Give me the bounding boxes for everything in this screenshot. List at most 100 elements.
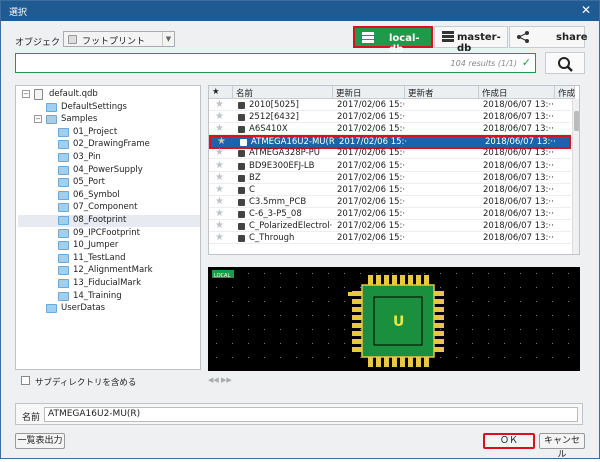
favorite-star-icon[interactable]: ★ [215, 184, 224, 195]
grid-dot [248, 357, 249, 358]
pad [368, 275, 373, 285]
table-row[interactable]: ★ C 2017/02/06 15:··· 2018/06/07 13:··· [209, 184, 571, 196]
tree-item[interactable]: − Samples [18, 114, 200, 126]
tree-item-label: 01_Project [73, 126, 118, 137]
cell-updated: 2017/02/06 15:··· [337, 208, 405, 219]
expand-toggle-icon[interactable]: − [34, 115, 42, 124]
grid-dot [232, 329, 233, 330]
master-db-button[interactable]: master-db [434, 26, 508, 54]
folder-icon [58, 165, 69, 175]
local-db-button[interactable]: local-db [353, 26, 433, 55]
tree-item[interactable]: 13_FiducialMark [18, 278, 200, 290]
chevron-down-icon[interactable]: ▼ [162, 32, 174, 46]
grid-dot [456, 357, 457, 358]
tree-item[interactable]: DefaultSettings [18, 102, 200, 114]
tree-item[interactable]: − default.qdb [18, 89, 200, 101]
folder-icon [58, 253, 69, 263]
tree-item[interactable]: 01_Project [18, 127, 200, 139]
preview-nav[interactable]: ◀◀ ▶▶ [208, 376, 248, 386]
tree-item[interactable]: 08_Footprint [18, 215, 200, 227]
folder-icon [58, 216, 69, 225]
object-select[interactable]: フットプリント ▼ [63, 31, 175, 47]
favorite-star-icon[interactable]: ★ [215, 172, 224, 183]
tree-item[interactable]: 06_Symbol [18, 190, 200, 202]
pad [416, 275, 421, 285]
include-subdirectories-label: サブディレクトリを含める [35, 378, 137, 388]
tree-item[interactable]: 02_DrawingFrame [18, 139, 200, 151]
pad [408, 275, 413, 285]
grid-dot [328, 315, 329, 316]
table-row[interactable]: ★ C_Through 2017/02/06 15:··· 2018/06/07 13… [209, 232, 571, 245]
column-header[interactable]: ★ [209, 86, 233, 99]
cell-updated: 2017/02/06 15:··· [337, 112, 405, 123]
table-row[interactable]: ★ ATMEGA16U2-MU(R) 2017/02/06 15:··· 2018/0… [209, 134, 571, 149]
search-input[interactable]: 104 results (1/1) ✓ [15, 53, 536, 73]
table-row[interactable]: ★ A6S410X 2017/02/06 15:··· 2018/06/07 13:·… [209, 123, 571, 136]
tree-item[interactable]: 03_Pin [18, 152, 200, 164]
vertical-scrollbar[interactable] [572, 99, 579, 254]
table-row[interactable]: ★ BZ 2017/02/06 15:··· 2018/06/07 13:··· [209, 172, 571, 184]
favorite-star-icon[interactable]: ★ [215, 232, 224, 243]
footprint-preview: LOCAL U [208, 267, 580, 371]
footprint-table[interactable]: ★ 名前 更新日 更新者 作成日 作成 ★ 2010[5025] 2017/02/06 15:·… [208, 85, 580, 255]
column-header[interactable]: 作成 [555, 86, 575, 99]
table-row[interactable]: ★ 2010[5025] 2017/02/06 15:··· 2018/06/07 1… [209, 99, 571, 111]
tree-item[interactable]: 07_Component [18, 202, 200, 214]
tree-item[interactable]: 04_PowerSupply [18, 165, 200, 177]
grid-dot [440, 287, 441, 288]
folder-tree[interactable]: − default.qdb DefaultSettings − Samples 01_Pr… [15, 85, 201, 370]
table-row[interactable]: ★ ATMEGA328P-PU 2017/02/06 15:··· 2018/06/0… [209, 147, 571, 160]
favorite-star-icon[interactable]: ★ [215, 111, 224, 122]
tree-item[interactable]: 10_Jumper [18, 240, 200, 252]
tree-item[interactable]: 14_Training [18, 291, 200, 303]
pad [434, 307, 444, 312]
tree-item[interactable]: 12_AlignmentMark [18, 265, 200, 277]
table-row[interactable]: ★ C3.5mm_PCB 2017/02/06 15:··· 2018/06/07 1… [209, 196, 571, 208]
table-row[interactable]: ★ C-6_3-P5_08 2017/02/06 15:··· 2018/06/07 … [209, 208, 571, 220]
grid-dot [552, 357, 553, 358]
tree-item[interactable]: 05_Port [18, 177, 200, 189]
grid-dot [312, 273, 313, 274]
favorite-star-icon[interactable]: ★ [215, 160, 224, 171]
cancel-button[interactable]: キャンセル [539, 433, 585, 460]
cell-created: 2018/06/07 13:··· [483, 221, 553, 231]
grid-dot [568, 315, 569, 316]
favorite-star-icon[interactable]: ★ [215, 220, 224, 231]
tree-item[interactable]: 11_TestLand [18, 253, 200, 265]
tree-item[interactable]: UserDatas [18, 303, 200, 315]
tree-item[interactable]: 09_IPCFootprint [18, 228, 200, 240]
name-input[interactable]: ATMEGA16U2-MU(R) [44, 407, 578, 422]
favorite-star-icon[interactable]: ★ [215, 123, 224, 134]
table-row[interactable]: ★ C_PolarizedElectrol··· 2017/02/06 15:···… [209, 220, 571, 232]
favorite-star-icon[interactable]: ★ [215, 99, 224, 110]
column-header[interactable]: 更新者 [405, 86, 479, 99]
favorite-star-icon[interactable]: ★ [215, 147, 224, 158]
favorite-star-icon[interactable]: ★ [217, 136, 226, 147]
close-icon[interactable]: ✕ [579, 3, 593, 17]
cell-created: 2018/06/07 13:··· [485, 136, 555, 147]
column-header[interactable]: 作成日 [479, 86, 555, 99]
search-button[interactable] [545, 52, 585, 74]
grid-dot [248, 273, 249, 274]
folder-icon [46, 115, 57, 125]
checkbox-box[interactable] [21, 376, 30, 385]
footprint-icon [238, 210, 245, 218]
expand-toggle-icon[interactable]: − [22, 90, 30, 98]
table-row[interactable]: ★ BD9E300EFJ-LB 2017/02/06 15:··· 2018/06/0… [209, 160, 571, 172]
share-button[interactable]: share [509, 26, 588, 48]
grid-dot [232, 301, 233, 302]
grid-dot [488, 343, 489, 344]
folder-icon [58, 190, 69, 200]
table-row[interactable]: ★ 2512[6432] 2017/02/06 15:··· 2018/06/07 1… [209, 111, 571, 124]
scrollbar-thumb[interactable] [574, 111, 579, 131]
folder-icon [58, 203, 69, 213]
grid-dot [232, 343, 233, 344]
export-list-button[interactable]: 一覧表出力 [15, 433, 65, 449]
grid-dot [504, 273, 505, 274]
favorite-star-icon[interactable]: ★ [215, 196, 224, 207]
favorite-star-icon[interactable]: ★ [215, 208, 224, 219]
column-header[interactable]: 更新日 [333, 86, 405, 99]
ok-button[interactable]: ＯＫ [483, 433, 535, 449]
grid-dot [552, 329, 553, 330]
column-header[interactable]: 名前 [233, 86, 333, 99]
